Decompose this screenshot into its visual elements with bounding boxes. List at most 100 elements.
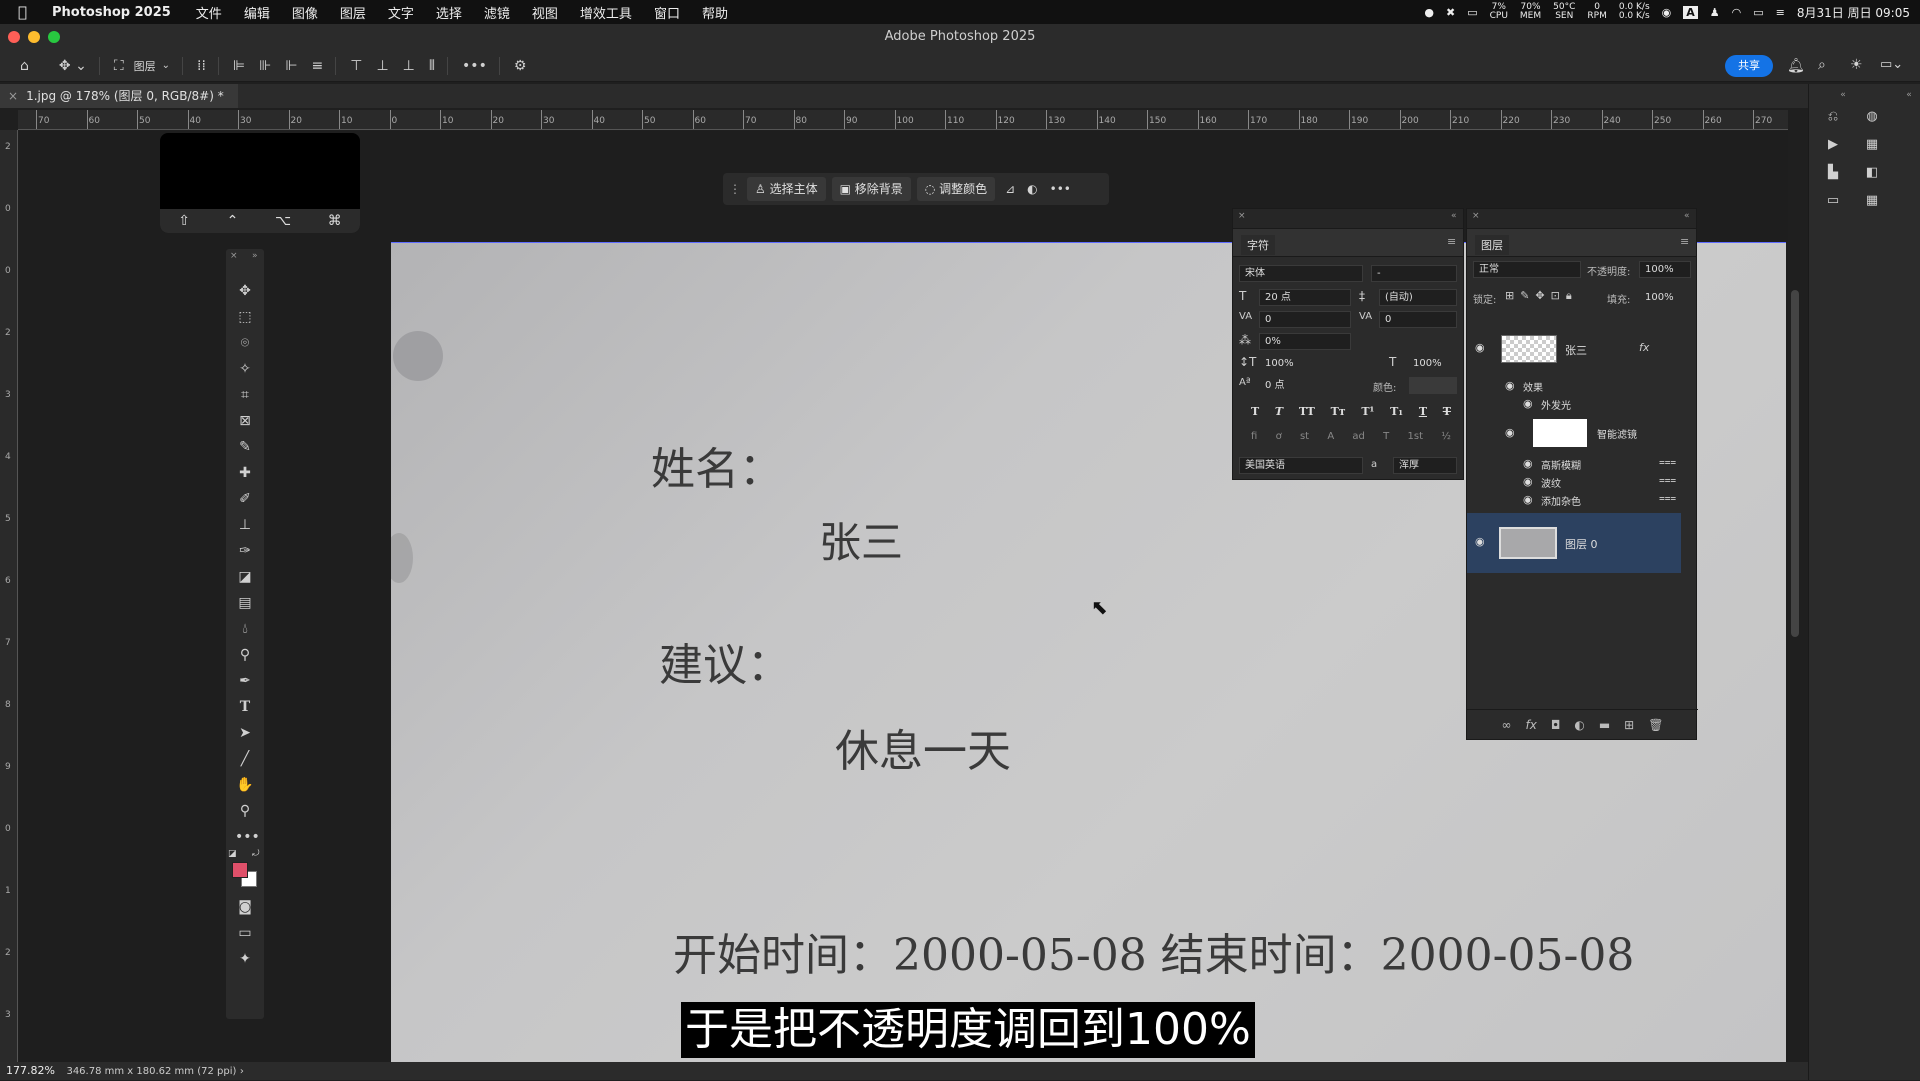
history-brush-tool-icon[interactable]: ✑	[235, 541, 255, 561]
close-icon[interactable]: ×	[1472, 211, 1480, 221]
move-tool-icon[interactable]: ✥	[235, 281, 255, 301]
horizontal-scale-field[interactable]: 100%	[1407, 355, 1457, 372]
filter-row[interactable]: ◉ 添加杂色 ⩶	[1467, 491, 1676, 509]
temp-stat[interactable]: 50°C SEN	[1553, 3, 1575, 21]
all-caps-button[interactable]: TT	[1299, 405, 1315, 418]
wechat-icon[interactable]: ◉	[1662, 6, 1672, 19]
fx-indicator[interactable]: fx	[1639, 341, 1649, 354]
menu-window[interactable]: 窗口	[654, 3, 680, 22]
mem-stat[interactable]: 70% MEM	[1520, 3, 1541, 21]
minimize-window-button[interactable]	[28, 31, 40, 43]
adjustment-icon[interactable]: ◐	[1027, 182, 1037, 196]
vertical-scrollbar[interactable]	[1791, 290, 1799, 637]
menu-help[interactable]: 帮助	[702, 3, 728, 22]
collapse-icon[interactable]: »	[252, 251, 258, 261]
healing-brush-tool-icon[interactable]: ✚	[235, 463, 255, 483]
screen-mode-icon[interactable]: ▭	[235, 923, 255, 943]
gradients-icon[interactable]: ◧	[1863, 164, 1881, 182]
folder-icon[interactable]: ▬	[1599, 718, 1610, 732]
font-style-select[interactable]: -	[1371, 265, 1457, 282]
comments-icon[interactable]: ▭	[1824, 192, 1842, 210]
transform-icon[interactable]: ⊿	[1005, 182, 1015, 196]
vertical-scale-field[interactable]: 100%	[1259, 355, 1315, 372]
hand-tool-icon[interactable]: ✋	[235, 775, 255, 795]
pen-tool-icon[interactable]: ✒	[235, 671, 255, 691]
outer-glow-row[interactable]: ◉ 外发光	[1467, 395, 1675, 413]
drag-handle-icon[interactable]: ⋮	[729, 182, 741, 196]
chevron-down-icon[interactable]: ⌄	[162, 60, 170, 71]
record-icon[interactable]: ●	[1424, 6, 1434, 19]
type-tool-icon[interactable]: T	[235, 697, 255, 717]
superscript-button[interactable]: T¹	[1361, 405, 1374, 418]
align-left-icon[interactable]: ⊫	[233, 58, 245, 74]
input-method[interactable]: A	[1683, 5, 1698, 19]
generative-fill-icon[interactable]: ✦	[235, 949, 255, 969]
move-tool-icon[interactable]: ✥ ⌄	[59, 58, 87, 74]
vertical-ruler[interactable]: 2 0 0 2 3 4 5 6 7 8 9 0 1 2 3	[0, 130, 18, 1062]
align-bottom-icon[interactable]: ⊥	[403, 58, 415, 74]
crop-tool-icon[interactable]: ⌗	[235, 385, 255, 405]
menu-file[interactable]: 文件	[196, 3, 222, 22]
zoom-tool-icon[interactable]: ⚲	[235, 801, 255, 821]
underline-button[interactable]: T	[1419, 405, 1427, 418]
history-icon[interactable]: ⎌	[1824, 108, 1842, 126]
default-colors-icon[interactable]: ◪	[228, 849, 237, 859]
swash-button[interactable]: A	[1327, 431, 1334, 442]
kerning-field[interactable]: 0	[1259, 311, 1351, 328]
adjustment-layer-icon[interactable]: ◐	[1574, 718, 1584, 732]
tracking-field[interactable]: 0	[1379, 311, 1457, 328]
select-subject-button[interactable]: ♙ 选择主体	[747, 177, 826, 201]
blend-mode-select[interactable]: 正常	[1473, 261, 1581, 278]
menu-edit[interactable]: 编辑	[244, 3, 270, 22]
menu-layer[interactable]: 图层	[340, 3, 366, 22]
font-family-select[interactable]: 宋体	[1239, 265, 1363, 282]
close-icon[interactable]: ×	[230, 251, 238, 261]
fractions-button[interactable]: ½	[1441, 431, 1451, 442]
panel-menu-icon[interactable]: ≡	[1680, 235, 1689, 248]
gradient-tool-icon[interactable]: ▤	[235, 593, 255, 613]
strikethrough-button[interactable]: T	[1443, 405, 1451, 418]
display-icon[interactable]: ▭	[1467, 6, 1477, 19]
language-select[interactable]: 美国英语	[1239, 457, 1363, 474]
align-right-icon[interactable]: ⊩	[285, 58, 297, 74]
smart-filters-row[interactable]: ◉ 智能滤镜	[1467, 417, 1675, 449]
filter-options-icon[interactable]: ⩶	[1659, 475, 1676, 486]
menu-view[interactable]: 视图	[532, 3, 558, 22]
faux-bold-button[interactable]: T	[1251, 405, 1259, 418]
dodge-tool-icon[interactable]: ⚲	[235, 645, 255, 665]
layer-row-text[interactable]: ◉ 张三 fx	[1467, 329, 1675, 369]
ordinals-button[interactable]: 1st	[1408, 431, 1424, 442]
close-tab-icon[interactable]: ×	[8, 89, 18, 103]
user-icon[interactable]: ♟	[1710, 6, 1720, 19]
zoom-window-button[interactable]	[48, 31, 60, 43]
zoom-level[interactable]: 177.82%	[6, 1064, 55, 1077]
net-stat[interactable]: 0.0 K/s 0.0 K/s	[1619, 3, 1650, 21]
fill-field[interactable]: 100%	[1639, 289, 1691, 306]
apple-icon[interactable]: 	[18, 3, 40, 21]
gear-icon[interactable]: ⚙	[514, 58, 527, 74]
battery-icon[interactable]: ▭	[1753, 6, 1763, 19]
remove-background-button[interactable]: ▣ 移除背景	[831, 177, 911, 201]
distribute-vertical-icon[interactable]: ⦀	[429, 58, 435, 74]
lock-icons[interactable]: ⊞✎✥⊡🔒︎	[1505, 289, 1578, 303]
stamp-tool-icon[interactable]: ⊥	[235, 515, 255, 535]
faux-italic-button[interactable]: T	[1275, 405, 1283, 418]
align-center-icon[interactable]: ⊪	[259, 58, 271, 74]
tools-icon[interactable]: ✖	[1446, 6, 1455, 19]
control-center-icon[interactable]: ≡	[1776, 6, 1785, 19]
eye-icon[interactable]: ◉	[1523, 494, 1537, 505]
layer-row-image-selected[interactable]: ◉ 图层 0	[1467, 513, 1681, 573]
eye-icon[interactable]: ◉	[1475, 536, 1489, 547]
share-button[interactable]: 共享	[1725, 55, 1773, 77]
close-icon[interactable]: ×	[1238, 211, 1246, 221]
filter-options-icon[interactable]: ⩶	[1659, 493, 1676, 504]
eye-icon[interactable]: ◉	[1475, 342, 1489, 353]
foreground-color-swatch[interactable]	[232, 862, 248, 878]
object-selection-tool-icon[interactable]: ⌾	[235, 333, 255, 353]
menu-select[interactable]: 选择	[436, 3, 462, 22]
chevron-right-icon[interactable]: ›	[240, 1066, 244, 1077]
collapse-icon[interactable]: «	[1900, 86, 1918, 104]
text-color-swatch[interactable]	[1409, 377, 1457, 394]
titling-button[interactable]: T	[1383, 431, 1389, 442]
adjust-color-button[interactable]: ◌ 调整颜色	[916, 177, 996, 201]
